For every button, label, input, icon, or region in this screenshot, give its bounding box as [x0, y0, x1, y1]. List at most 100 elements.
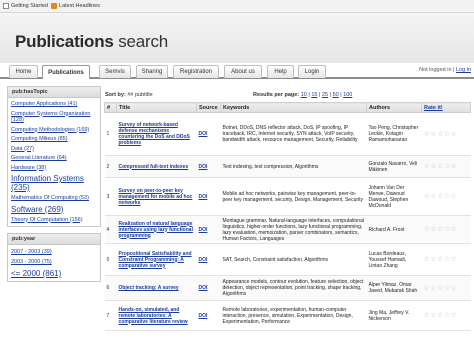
star-icon[interactable]: ☆ — [430, 193, 436, 200]
publication-title-link[interactable]: Object tracking: A survey — [119, 285, 179, 291]
bookmark-latest-headlines[interactable]: Latest Headlines — [51, 3, 100, 9]
year-link[interactable]: 2007 - 2003 (39) — [8, 249, 100, 255]
star-icon[interactable]: ☆ — [437, 131, 443, 138]
table-row: 1 Survey of network-based defense mechan… — [104, 112, 471, 156]
star-icon[interactable]: ☆ — [430, 163, 436, 170]
star-icon[interactable]: ☆ — [424, 226, 430, 233]
topic-link[interactable]: Computer Applications (41) — [8, 101, 100, 108]
rate-it-link[interactable]: Rate it! — [424, 105, 443, 111]
star-icon[interactable]: ☆ — [451, 193, 457, 200]
star-icon[interactable]: ☆ — [444, 226, 450, 233]
topic-link[interactable]: Computer Systems Organization (128) — [8, 111, 100, 124]
row-number: 4 — [104, 215, 117, 244]
star-icon[interactable]: ☆ — [451, 285, 457, 292]
star-icon[interactable]: ☆ — [424, 285, 430, 292]
star-icon[interactable]: ☆ — [444, 131, 450, 138]
tab-about-us[interactable]: About us — [224, 65, 262, 78]
topic-link[interactable]: Data (27) — [8, 146, 100, 153]
login-link[interactable]: Log in — [456, 67, 471, 73]
results-panel: Sort by: ## pubtitle Results per page: 1… — [104, 91, 471, 331]
topic-link[interactable]: Software (269) — [8, 205, 100, 214]
star-icon[interactable]: ☆ — [437, 193, 443, 200]
login-status: Not logged in | Log in — [419, 67, 471, 73]
star-icon[interactable]: ☆ — [424, 163, 430, 170]
tab-semvis[interactable]: Semvis — [99, 65, 131, 78]
star-icon[interactable]: ☆ — [451, 163, 457, 170]
star-icon[interactable]: ☆ — [451, 131, 457, 138]
star-icon[interactable]: ☆ — [444, 163, 450, 170]
star-icon[interactable]: ☆ — [451, 256, 457, 263]
rating-stars[interactable]: ☆ ☆ ☆ ☆ ☆ — [424, 131, 469, 138]
star-icon[interactable]: ☆ — [444, 312, 450, 319]
star-icon[interactable]: ☆ — [444, 193, 450, 200]
publication-title-link[interactable]: Hands-on, simulated, and remote laborato… — [119, 307, 188, 325]
column-header-rate: Rate it! — [421, 102, 471, 113]
rating-stars[interactable]: ☆ ☆ ☆ ☆ ☆ — [424, 193, 469, 200]
publication-title-link[interactable]: Realization of natural language interfac… — [119, 221, 193, 239]
tab-login[interactable]: Login — [298, 65, 326, 78]
publication-title-link[interactable]: Propositional Satisfiability and Constra… — [119, 251, 192, 269]
topic-link[interactable]: Mathematics Of Computing (53) — [8, 195, 100, 202]
star-icon[interactable]: ☆ — [451, 226, 457, 233]
tab-publications[interactable]: Publications — [42, 65, 90, 79]
row-number: 7 — [104, 300, 117, 331]
doi-link[interactable]: DOI — [199, 285, 208, 291]
star-icon[interactable]: ☆ — [437, 285, 443, 292]
star-icon[interactable]: ☆ — [437, 226, 443, 233]
star-icon[interactable]: ☆ — [424, 193, 430, 200]
keywords-cell: Mobile ad hoc networks, pairwise key man… — [220, 177, 367, 216]
year-link[interactable]: <= 2000 (861) — [8, 269, 100, 278]
star-icon[interactable]: ☆ — [430, 256, 436, 263]
tab-sharing[interactable]: Sharing — [136, 65, 168, 78]
doi-link[interactable]: DOI — [199, 131, 208, 137]
doi-link[interactable]: DOI — [199, 257, 208, 263]
per-page-option[interactable]: 10 — [301, 92, 307, 98]
topic-link[interactable]: Hardware (38) — [8, 165, 100, 172]
rating-stars[interactable]: ☆ ☆ ☆ ☆ ☆ — [424, 226, 469, 233]
per-page-option[interactable]: 15 — [311, 92, 317, 98]
per-page-control: Results per page: 10 | 15 | 25 | 50 | 10… — [253, 92, 353, 98]
column-header-title[interactable]: Title — [116, 102, 197, 113]
star-icon[interactable]: ☆ — [430, 226, 436, 233]
star-icon[interactable]: ☆ — [430, 131, 436, 138]
topic-link[interactable]: Computing Methodologies (169) — [8, 127, 100, 134]
doi-link[interactable]: DOI — [199, 194, 208, 200]
star-icon[interactable]: ☆ — [437, 256, 443, 263]
doi-link[interactable]: DOI — [199, 313, 208, 319]
star-icon[interactable]: ☆ — [451, 312, 457, 319]
tab-help[interactable]: Help — [267, 65, 294, 78]
star-icon[interactable]: ☆ — [424, 256, 430, 263]
authors-cell: Jing Ma, Jeffrey V. Nickerson — [366, 300, 422, 331]
bookmark-getting-started[interactable]: Getting Started — [3, 3, 48, 9]
publication-title-link[interactable]: Compressed full-text indexes — [119, 164, 189, 170]
year-link[interactable]: 2003 - 2000 (75) — [8, 259, 100, 265]
publication-title-link[interactable]: Survey on peer-to-peer key management fo… — [119, 188, 193, 206]
tab-home[interactable]: Home — [9, 65, 38, 78]
rating-stars[interactable]: ☆ ☆ ☆ ☆ ☆ — [424, 256, 469, 263]
star-icon[interactable]: ☆ — [424, 312, 430, 319]
main-nav: Home Publications Semvis Sharing Registr… — [0, 63, 474, 79]
rating-stars[interactable]: ☆ ☆ ☆ ☆ ☆ — [424, 163, 469, 170]
doi-link[interactable]: DOI — [199, 227, 208, 233]
star-icon[interactable]: ☆ — [437, 312, 443, 319]
publication-title-link[interactable]: Survey of network-based defense mechanis… — [119, 122, 190, 146]
doi-link[interactable]: DOI — [199, 164, 208, 170]
keywords-cell: Montague grammar, Natural-language inter… — [220, 215, 367, 244]
per-page-option[interactable]: 100 — [343, 92, 352, 98]
tab-registration[interactable]: Registration — [173, 65, 219, 78]
star-icon[interactable]: ☆ — [444, 256, 450, 263]
topic-link[interactable]: General Literature (64) — [8, 155, 100, 162]
rating-stars[interactable]: ☆ ☆ ☆ ☆ ☆ — [424, 285, 469, 292]
per-page-option[interactable]: 50 — [333, 92, 339, 98]
rating-stars[interactable]: ☆ ☆ ☆ ☆ ☆ — [424, 312, 469, 319]
star-icon[interactable]: ☆ — [437, 163, 443, 170]
topic-link[interactable]: Theory Of Computation (156) — [8, 217, 100, 224]
per-page-option[interactable]: 25 — [322, 92, 328, 98]
topic-link[interactable]: Computing Milieux (85) — [8, 136, 100, 143]
star-icon[interactable]: ☆ — [444, 285, 450, 292]
topic-link[interactable]: Information Systems (235) — [8, 174, 100, 192]
sort-control[interactable]: Sort by: ## pubtitle — [105, 92, 153, 98]
star-icon[interactable]: ☆ — [430, 312, 436, 319]
star-icon[interactable]: ☆ — [430, 285, 436, 292]
star-icon[interactable]: ☆ — [424, 131, 430, 138]
